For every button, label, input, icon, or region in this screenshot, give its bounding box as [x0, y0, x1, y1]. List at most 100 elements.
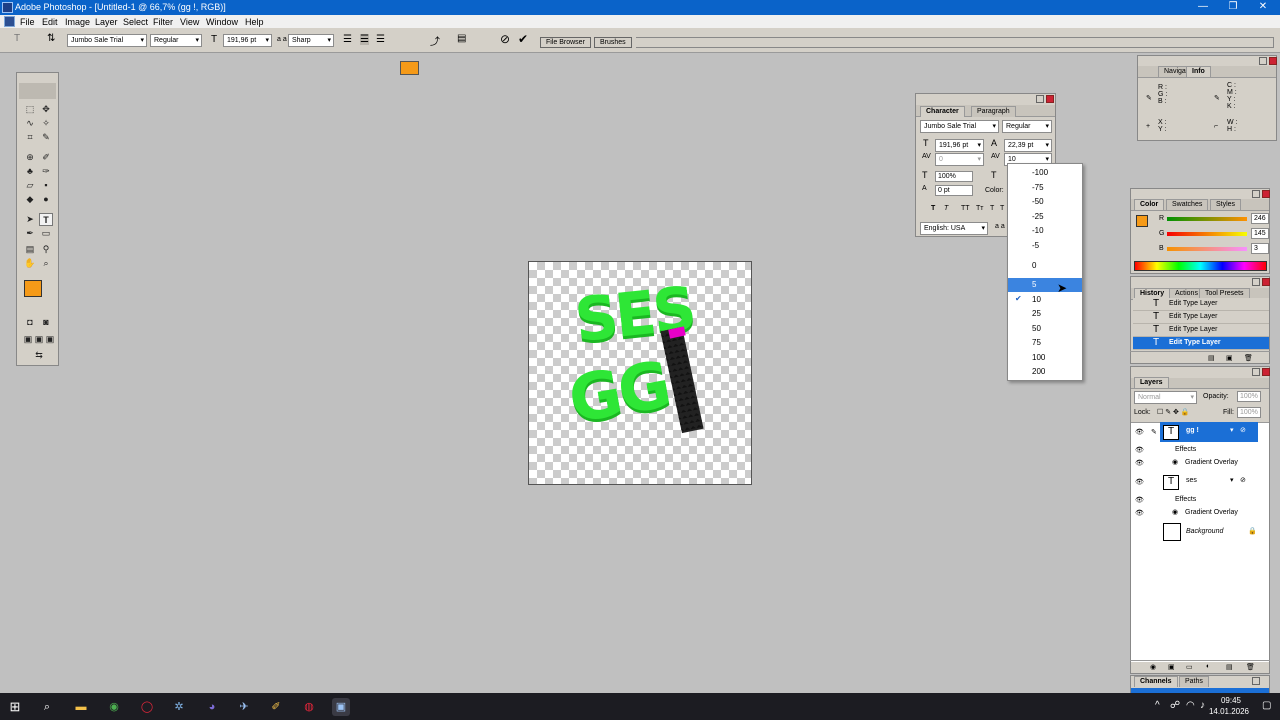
tracking-option[interactable]: -75 — [1008, 181, 1082, 195]
menu-edit[interactable]: Edit — [42, 17, 58, 27]
tab-layers[interactable]: Layers — [1134, 377, 1169, 388]
tracking-option[interactable]: 100 — [1008, 351, 1082, 365]
menu-image[interactable]: Image — [65, 17, 90, 27]
character-close-icon[interactable] — [1046, 95, 1054, 103]
green-value-field[interactable]: 145 — [1251, 228, 1269, 239]
layer-row-background[interactable]: Background 🔒 — [1160, 521, 1258, 543]
small-caps-icon[interactable]: Tт — [976, 205, 983, 212]
new-document-icon[interactable]: ▤ — [1208, 354, 1215, 362]
color-close-icon[interactable] — [1262, 190, 1270, 198]
commit-edit-icon[interactable]: ✔ — [518, 32, 528, 46]
tracking-option[interactable]: 0 — [1008, 259, 1082, 273]
trash-icon[interactable]: 🗑 — [1246, 663, 1255, 671]
gradient-overlay-effect[interactable]: Gradient Overlay — [1185, 509, 1238, 516]
marquee-tool-icon[interactable]: ⬚ — [23, 103, 37, 116]
tab-styles[interactable]: Styles — [1210, 199, 1242, 210]
healing-brush-tool-icon[interactable]: ⊕ — [23, 151, 37, 164]
expand-effects-icon[interactable]: ▾ — [1230, 476, 1234, 484]
warp-text-icon[interactable]: ⤴ — [430, 33, 440, 48]
char-vscale-field[interactable]: 100% — [935, 171, 973, 182]
all-caps-icon[interactable]: TT — [961, 205, 970, 212]
visibility-eye-icon[interactable]: 👁 — [1135, 428, 1144, 436]
quick-mask-icon[interactable]: ◙ — [39, 316, 53, 329]
visibility-eye-icon[interactable]: 👁 — [1135, 509, 1144, 517]
tracking-option[interactable]: -100 — [1008, 166, 1082, 180]
tracking-option[interactable]: -25 — [1008, 210, 1082, 224]
pen-tool-icon[interactable]: ✒ — [23, 227, 37, 240]
search-icon[interactable]: ⌕ — [38, 698, 56, 716]
path-selection-tool-icon[interactable]: ➤ — [23, 213, 37, 226]
layers-minimize-icon[interactable] — [1252, 368, 1260, 376]
char-font-family-select[interactable]: Jumbo Sale Trial — [920, 120, 999, 133]
clone-stamp-tool-icon[interactable]: ♣ — [23, 165, 37, 178]
tab-paths[interactable]: Paths — [1179, 676, 1209, 687]
trash-icon[interactable]: 🗑 — [1244, 354, 1253, 362]
notes-tool-icon[interactable]: ▤ — [23, 243, 37, 256]
blend-mode-select[interactable]: Normal — [1134, 391, 1197, 404]
eyedropper-tool-icon[interactable]: ⚲ — [39, 243, 53, 256]
adjustment-layer-icon[interactable]: ◐ — [1206, 663, 1210, 670]
screen-mode-icons[interactable]: ▣ ▣ ▣ — [21, 333, 57, 346]
align-center-icon[interactable]: ☰ — [360, 34, 369, 45]
navigator-close-icon[interactable] — [1269, 57, 1277, 65]
standard-mode-icon[interactable]: ◘ — [23, 316, 37, 329]
move-tool-icon[interactable]: ✥ — [39, 103, 53, 116]
character-minimize-icon[interactable] — [1036, 95, 1044, 103]
color-ramp[interactable] — [1134, 261, 1267, 271]
menu-view[interactable]: View — [180, 17, 199, 27]
faux-bold-icon[interactable]: T — [931, 205, 935, 212]
type-tool-icon[interactable]: T — [39, 213, 53, 226]
layer-row-gg[interactable]: T gg ! ▾ ⊘ — [1160, 422, 1258, 442]
red-slider[interactable] — [1167, 217, 1247, 221]
hand-tool-icon[interactable]: ✋ — [23, 257, 37, 270]
tracking-option[interactable]: -5 — [1008, 239, 1082, 253]
layer-row-ses[interactable]: T ses ▾ ⊘ — [1160, 472, 1258, 492]
zoom-tool-icon[interactable]: ⌕ — [39, 257, 53, 270]
color-foreground-swatch[interactable] — [1136, 215, 1148, 227]
close-button[interactable]: ✕ — [1247, 1, 1279, 12]
tracking-option[interactable]: 200 — [1008, 365, 1082, 379]
visibility-eye-icon[interactable]: 👁 — [1135, 478, 1144, 486]
brushes-tab[interactable]: Brushes — [594, 37, 632, 48]
opera-icon[interactable]: ◯ — [138, 698, 156, 716]
menu-window[interactable]: Window — [206, 17, 238, 27]
app-icon[interactable]: ✐ — [267, 698, 285, 716]
network-icon[interactable]: ☍ — [1170, 700, 1180, 711]
text-color-swatch[interactable] — [400, 61, 419, 75]
app-icon[interactable]: ✲ — [170, 698, 188, 716]
history-minimize-icon[interactable] — [1252, 278, 1260, 286]
superscript-icon[interactable]: T — [990, 205, 994, 212]
photoshop-taskbar-icon[interactable]: ▣ — [332, 698, 350, 716]
chrome-icon[interactable]: ◉ — [105, 698, 123, 716]
history-close-icon[interactable] — [1262, 278, 1270, 286]
file-explorer-icon[interactable]: ▬ — [72, 698, 90, 716]
discord-icon[interactable]: ◕ — [203, 698, 221, 716]
tab-swatches[interactable]: Swatches — [1166, 199, 1209, 210]
visibility-eye-icon[interactable]: 👁 — [1135, 496, 1144, 504]
gradient-tool-icon[interactable]: ▪ — [39, 179, 53, 192]
tracking-option[interactable]: 75 — [1008, 336, 1082, 350]
eraser-tool-icon[interactable]: ▱ — [23, 179, 37, 192]
navigator-minimize-icon[interactable] — [1259, 57, 1267, 65]
menu-select[interactable]: Select — [123, 17, 148, 27]
palettes-toggle-icon[interactable]: ▤ — [457, 33, 466, 44]
font-family-select[interactable]: Jumbo Sale Trial — [67, 34, 147, 47]
cancel-edit-icon[interactable]: ⊘ — [500, 32, 510, 46]
minimize-button[interactable]: — — [1187, 1, 1219, 12]
foreground-color-swatch[interactable] — [24, 280, 42, 297]
expand-effects-icon[interactable]: ▾ — [1230, 426, 1234, 434]
dodge-tool-icon[interactable]: ● — [39, 193, 53, 206]
char-language-select[interactable]: English: USA — [920, 222, 988, 235]
menu-layer[interactable]: Layer — [95, 17, 118, 27]
visibility-eye-icon[interactable]: 👁 — [1135, 459, 1144, 467]
magic-wand-tool-icon[interactable]: ✧ — [39, 117, 53, 130]
subscript-icon[interactable]: T — [1000, 205, 1004, 212]
history-brush-tool-icon[interactable]: ✑ — [39, 165, 53, 178]
add-style-icon[interactable]: ◉ — [1150, 663, 1156, 671]
char-kerning-field[interactable]: 0 — [935, 153, 984, 166]
clock-time[interactable]: 09:45 — [1213, 696, 1249, 705]
new-layer-icon[interactable]: ▤ — [1226, 663, 1233, 671]
char-font-style-select[interactable]: Regular — [1002, 120, 1052, 133]
tracking-option[interactable]: 25 — [1008, 307, 1082, 321]
tab-info[interactable]: Info — [1186, 66, 1211, 77]
